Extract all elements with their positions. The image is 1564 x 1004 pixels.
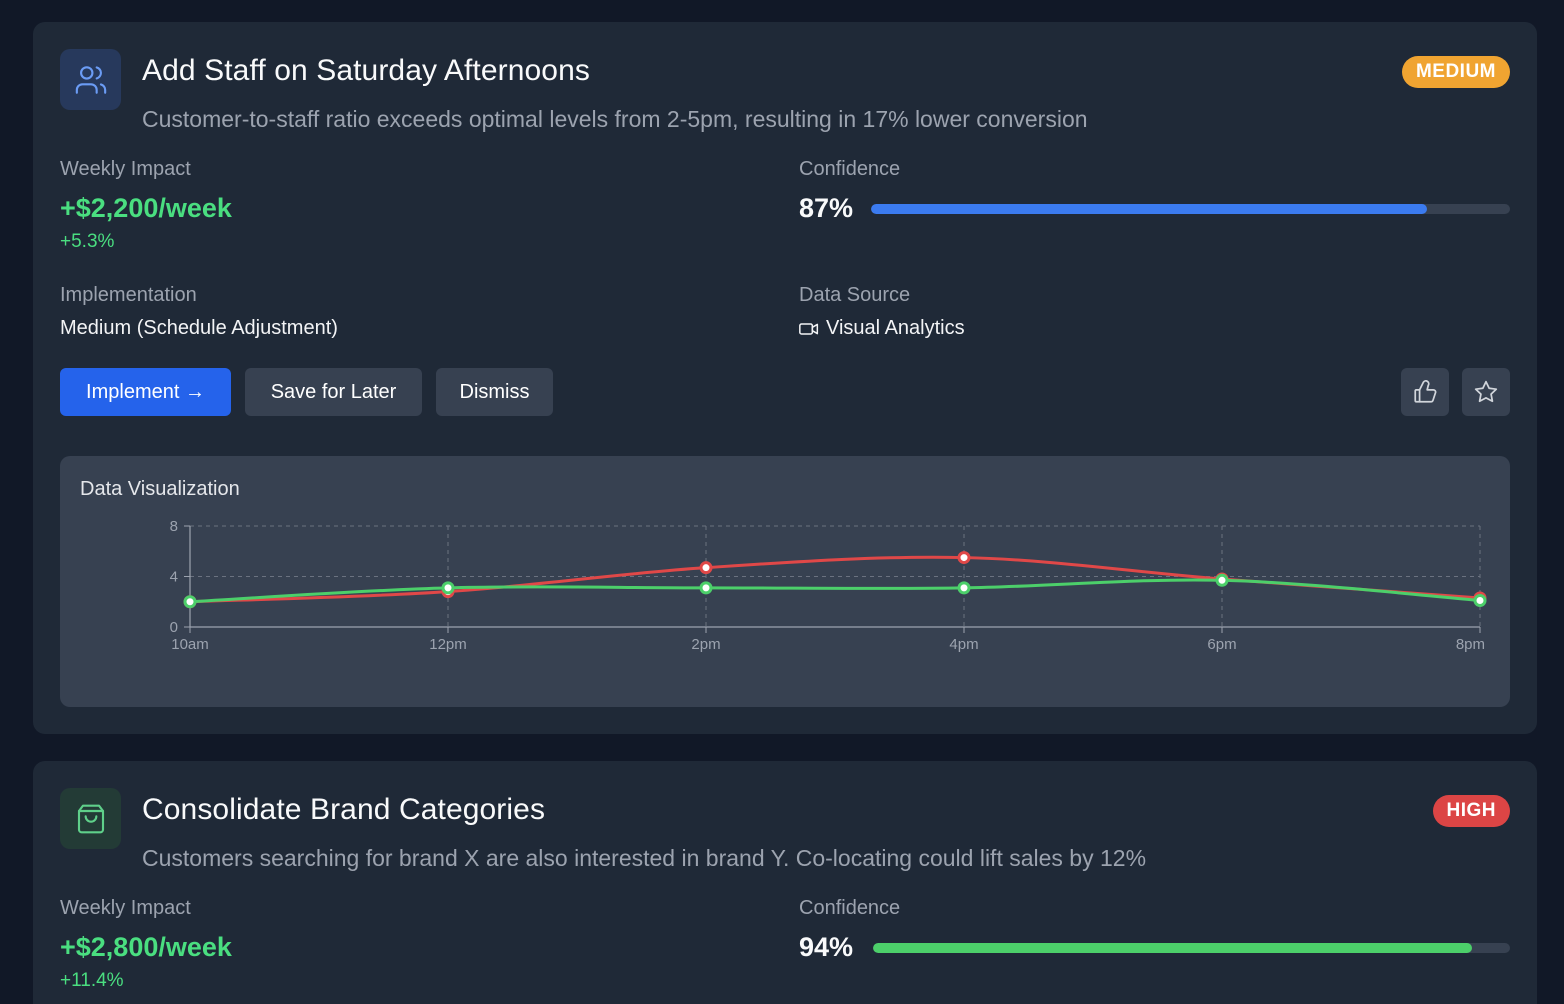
x-tick-label: 2pm xyxy=(691,636,720,653)
priority-badge: HIGH xyxy=(1432,795,1510,827)
recommendation-card: Consolidate Brand Categories HIGH Custom… xyxy=(33,761,1537,1004)
x-tick-label: 10am xyxy=(171,636,209,653)
implementation-value: Medium (Schedule Adjustment) xyxy=(60,317,338,339)
recommendation-description: Customers searching for brand X are also… xyxy=(142,845,1147,871)
series-point-2 xyxy=(1215,573,1229,587)
weekly-impact-label: Weekly Impact xyxy=(60,158,191,180)
data-source-text: Visual Analytics xyxy=(826,317,965,339)
x-tick-label: 8pm xyxy=(1456,636,1485,653)
y-tick-label: 4 xyxy=(170,569,178,586)
save-for-later-button[interactable]: Save for Later xyxy=(245,368,422,416)
confidence-value: 87% xyxy=(799,193,854,223)
dismiss-button[interactable]: Dismiss xyxy=(436,368,553,416)
thumbs-up-icon xyxy=(1412,379,1438,405)
weekly-impact-percent: +5.3% xyxy=(60,231,115,252)
implement-button[interactable]: Implement → xyxy=(60,368,231,416)
data-source-value: Visual Analytics xyxy=(799,317,965,340)
series-point-2 xyxy=(957,581,971,595)
favorite-button[interactable] xyxy=(1462,368,1510,416)
shopping-bag-icon xyxy=(60,788,121,849)
data-source-label: Data Source xyxy=(799,284,911,306)
confidence-label: Confidence xyxy=(799,158,901,180)
series-line-2 xyxy=(189,578,1481,604)
recommendation-title: Consolidate Brand Categories xyxy=(142,793,546,826)
x-tick-label: 4pm xyxy=(949,636,978,653)
weekly-impact-value: +$2,200/week xyxy=(60,193,232,223)
series-point-1 xyxy=(699,561,713,575)
series-point-2 xyxy=(441,581,455,595)
confidence-bar-fill xyxy=(871,204,1427,214)
x-tick-label: 6pm xyxy=(1207,636,1236,653)
confidence-bar-fill xyxy=(873,943,1472,953)
series-point-2 xyxy=(699,581,713,595)
implementation-label: Implementation xyxy=(60,284,197,306)
series-point-2 xyxy=(1473,593,1487,607)
priority-badge: MEDIUM xyxy=(1401,56,1510,88)
thumbs-up-button[interactable] xyxy=(1401,368,1449,416)
recommendation-title: Add Staff on Saturday Afternoons xyxy=(142,54,590,87)
weekly-impact-value: +$2,800/week xyxy=(60,932,232,962)
users-icon xyxy=(60,49,121,110)
y-tick-label: 8 xyxy=(170,518,178,535)
y-tick-label: 0 xyxy=(170,619,178,636)
weekly-impact-label: Weekly Impact xyxy=(60,897,191,919)
recommendation-card: Add Staff on Saturday Afternoons MEDIUM … xyxy=(33,22,1537,734)
video-camera-icon xyxy=(799,322,819,336)
recommendation-description: Customer-to-staff ratio exceeds optimal … xyxy=(142,106,1088,132)
series-point-2 xyxy=(183,595,197,609)
line-chart: 0 4 8 10am 12pm 2pm 4pm 6pm 8pm xyxy=(170,518,1487,653)
confidence-bar xyxy=(873,943,1510,953)
star-icon xyxy=(1473,379,1499,405)
weekly-impact-percent: +11.4% xyxy=(60,970,124,991)
confidence-value: 94% xyxy=(799,932,854,962)
confidence-label: Confidence xyxy=(799,897,901,919)
series-point-1 xyxy=(957,551,971,565)
x-tick-label: 12pm xyxy=(429,636,467,653)
series-line-1 xyxy=(189,555,1481,604)
data-visualization-panel: Data Visualization 0 4 8 10am 12pm 2pm 4pm 6pm 8… xyxy=(60,456,1510,707)
confidence-bar xyxy=(871,204,1510,214)
